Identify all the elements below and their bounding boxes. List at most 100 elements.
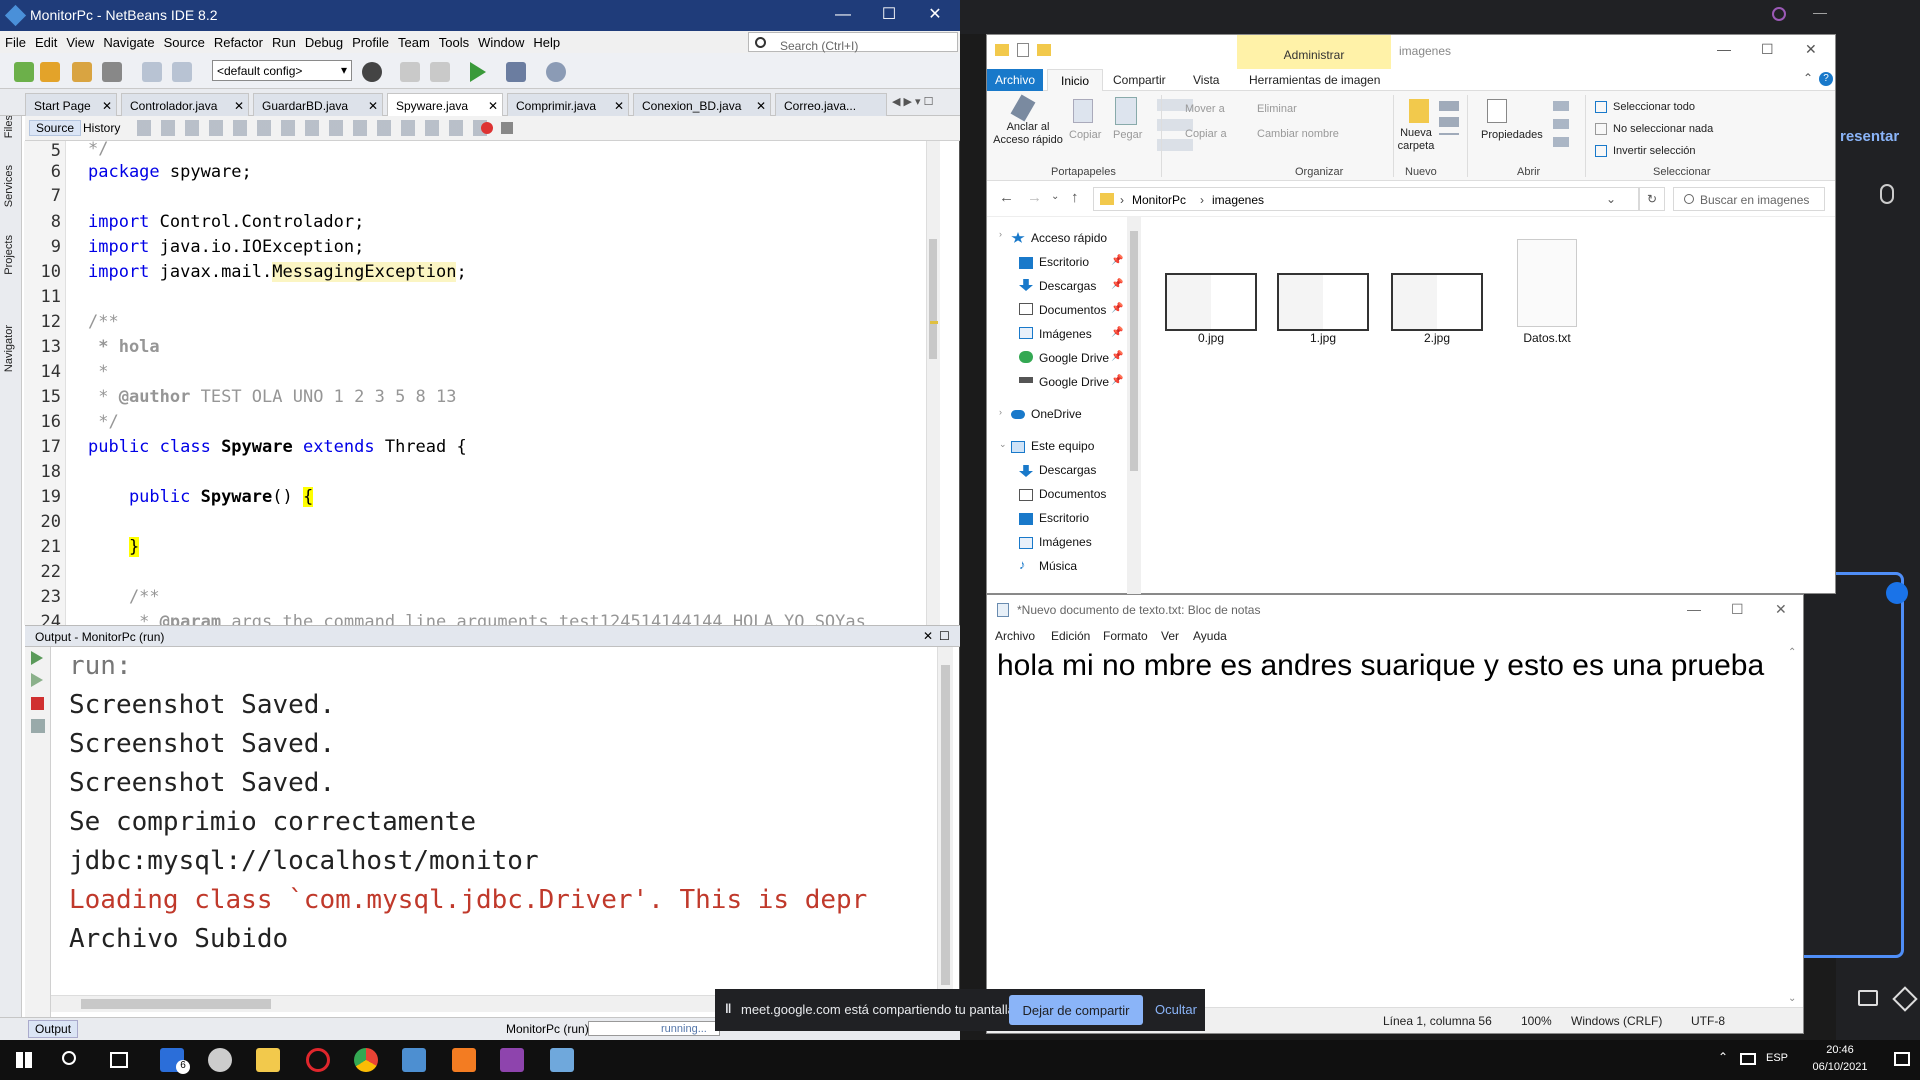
scrollbar-thumb[interactable] (941, 665, 950, 985)
stop-icon[interactable] (31, 697, 44, 710)
close-icon[interactable]: ✕ (102, 99, 112, 113)
drag-handle-icon[interactable]: ‖ (725, 1001, 731, 1016)
tab-guardarbd[interactable]: GuardarBD.java ✕ (253, 93, 383, 116)
menu-edicion[interactable]: Edición (1051, 629, 1090, 643)
maximize-button[interactable]: ☐ (866, 0, 912, 31)
expand-icon[interactable]: ⌄ (999, 439, 1007, 450)
stop-sharing-button[interactable]: Dejar de compartir (1009, 995, 1143, 1025)
select-none-button[interactable]: No seleccionar nada (1613, 123, 1713, 135)
stop-macro-icon[interactable] (501, 122, 513, 134)
menu-ayuda[interactable]: Ayuda (1193, 629, 1227, 643)
nav-documentos-2[interactable]: Documentos (1039, 487, 1106, 501)
paste-button[interactable]: Pegar (1113, 129, 1142, 141)
clean-build-icon[interactable] (430, 62, 450, 82)
scrollbar-thumb[interactable] (1130, 231, 1138, 471)
search-icon[interactable] (1772, 7, 1786, 21)
collapse-ribbon-icon[interactable]: ⌃ (1803, 71, 1813, 85)
menu-refactor[interactable]: Refactor (209, 31, 267, 50)
scroll-up-icon[interactable]: ⌃ (1788, 647, 1796, 658)
tab-correo[interactable]: Correo.java... (775, 93, 887, 116)
winrar-icon[interactable] (500, 1048, 524, 1072)
source-tab[interactable]: Source (29, 120, 82, 136)
minimize-button[interactable]: — (1717, 41, 1731, 57)
maximize-icon[interactable]: ☐ (939, 629, 950, 643)
file-thumbnail[interactable] (1277, 273, 1369, 331)
manage-context-tab[interactable]: Administrar (1237, 35, 1391, 69)
pin-quick-access-button[interactable]: Anclar al Acceso rápido (993, 121, 1063, 147)
close-icon[interactable]: ✕ (756, 99, 766, 113)
navigator-panel-tab[interactable]: Navigator (3, 325, 15, 372)
output-vertical-scrollbar[interactable] (937, 647, 953, 1012)
tab-controlador[interactable]: Controlador.java ✕ (121, 93, 249, 116)
scrollbar-thumb[interactable] (81, 999, 271, 1009)
code-editor[interactable]: */ package spyware; import Control.Contr… (66, 141, 926, 625)
rename-button[interactable]: Cambiar nombre (1257, 128, 1339, 140)
chevron-down-icon[interactable]: ⌄ (1606, 192, 1616, 206)
tab-vista[interactable]: Vista (1193, 73, 1219, 87)
nav-este-equipo[interactable]: Este equipo (1031, 439, 1094, 453)
tab-compartir[interactable]: Compartir (1113, 73, 1166, 87)
close-button[interactable]: ✕ (1775, 601, 1787, 618)
nav-descargas[interactable]: Descargas (1039, 279, 1096, 293)
breadcrumb-imagenes[interactable]: imagenes (1212, 193, 1264, 207)
file-thumbnail[interactable] (1391, 273, 1483, 331)
tab-herramientas-imagen[interactable]: Herramientas de imagen (1249, 73, 1380, 87)
open-project-icon[interactable] (72, 62, 92, 82)
file-explorer-icon[interactable] (256, 1048, 280, 1072)
hide-button[interactable]: Ocultar (1155, 1002, 1197, 1017)
windows-start-icon[interactable] (16, 1052, 32, 1068)
mic-off-icon[interactable] (1880, 184, 1894, 204)
menu-help[interactable]: Help (528, 31, 564, 50)
build-icon[interactable] (400, 62, 420, 82)
nav-acceso-rapido[interactable]: Acceso rápido (1031, 231, 1107, 245)
move-to-button[interactable]: Mover a (1185, 103, 1225, 115)
nav-descargas-2[interactable]: Descargas (1039, 463, 1096, 477)
file-name[interactable]: 1.jpg (1277, 331, 1369, 345)
maximize-button[interactable]: ☐ (1731, 601, 1744, 618)
open-item-icons[interactable] (1553, 101, 1569, 155)
new-project-icon[interactable] (40, 62, 60, 82)
notepad-taskbar-icon[interactable] (550, 1048, 574, 1072)
nav-musica[interactable]: Música (1039, 559, 1077, 573)
close-button[interactable]: ✕ (912, 0, 958, 31)
menu-run[interactable]: Run (267, 31, 300, 50)
tab-conexion-bd[interactable]: Conexion_BD.java ✕ (633, 93, 771, 116)
properties-button[interactable]: Propiedades (1481, 129, 1543, 141)
run-icon[interactable] (470, 62, 486, 82)
chrome-icon[interactable] (354, 1048, 378, 1072)
projects-panel-tab[interactable]: Projects (3, 235, 15, 275)
app-icon[interactable] (208, 1048, 232, 1072)
nav-escritorio[interactable]: Escritorio (1039, 255, 1089, 269)
tab-spyware[interactable]: Spyware.java ✕ (387, 93, 503, 117)
background-minimize-icon[interactable]: — (1813, 4, 1827, 20)
debug-icon[interactable] (506, 62, 526, 82)
language-indicator[interactable]: ESP (1766, 1052, 1788, 1064)
file-name[interactable]: 2.jpg (1391, 331, 1483, 345)
search-icon[interactable] (62, 1051, 76, 1065)
menu-source[interactable]: Source (159, 31, 209, 50)
opera-icon[interactable] (306, 1048, 330, 1072)
close-icon[interactable]: ✕ (614, 99, 624, 113)
select-all-button[interactable]: Seleccionar todo (1613, 101, 1695, 113)
error-stripe-mark[interactable] (930, 321, 938, 324)
back-icon[interactable]: ← (999, 189, 1014, 206)
tab-comprimir[interactable]: Comprimir.java ✕ (507, 93, 629, 116)
address-bar[interactable]: › MonitorPc › imagenes ⌄ (1093, 187, 1639, 211)
recent-locations-icon[interactable]: ⌄ (1051, 191, 1059, 202)
menu-debug[interactable]: Debug (300, 31, 347, 50)
tab-scroll-arrows[interactable]: ◀ ▶ ▾ ☐ (892, 95, 933, 108)
file-name[interactable]: Datos.txt (1501, 331, 1593, 345)
globe-icon[interactable] (362, 62, 382, 82)
properties-icon[interactable] (1017, 43, 1029, 57)
minimize-button[interactable]: — (820, 0, 866, 31)
menu-team[interactable]: Team (393, 31, 434, 50)
nav-imagenes[interactable]: Imágenes (1039, 327, 1092, 341)
notepad-text-area[interactable]: hola mi no mbre es andres suarique y est… (997, 647, 1777, 997)
maximize-button[interactable]: ☐ (1761, 41, 1774, 58)
services-panel-tab[interactable]: Services (3, 165, 15, 207)
netbeans-icon[interactable] (402, 1048, 426, 1072)
close-icon[interactable]: ✕ (368, 99, 378, 113)
nav-documentos[interactable]: Documentos (1039, 303, 1106, 317)
tab-start-page[interactable]: Start Page ✕ (25, 93, 117, 116)
nav-google-drive[interactable]: Google Drive (1039, 351, 1109, 365)
